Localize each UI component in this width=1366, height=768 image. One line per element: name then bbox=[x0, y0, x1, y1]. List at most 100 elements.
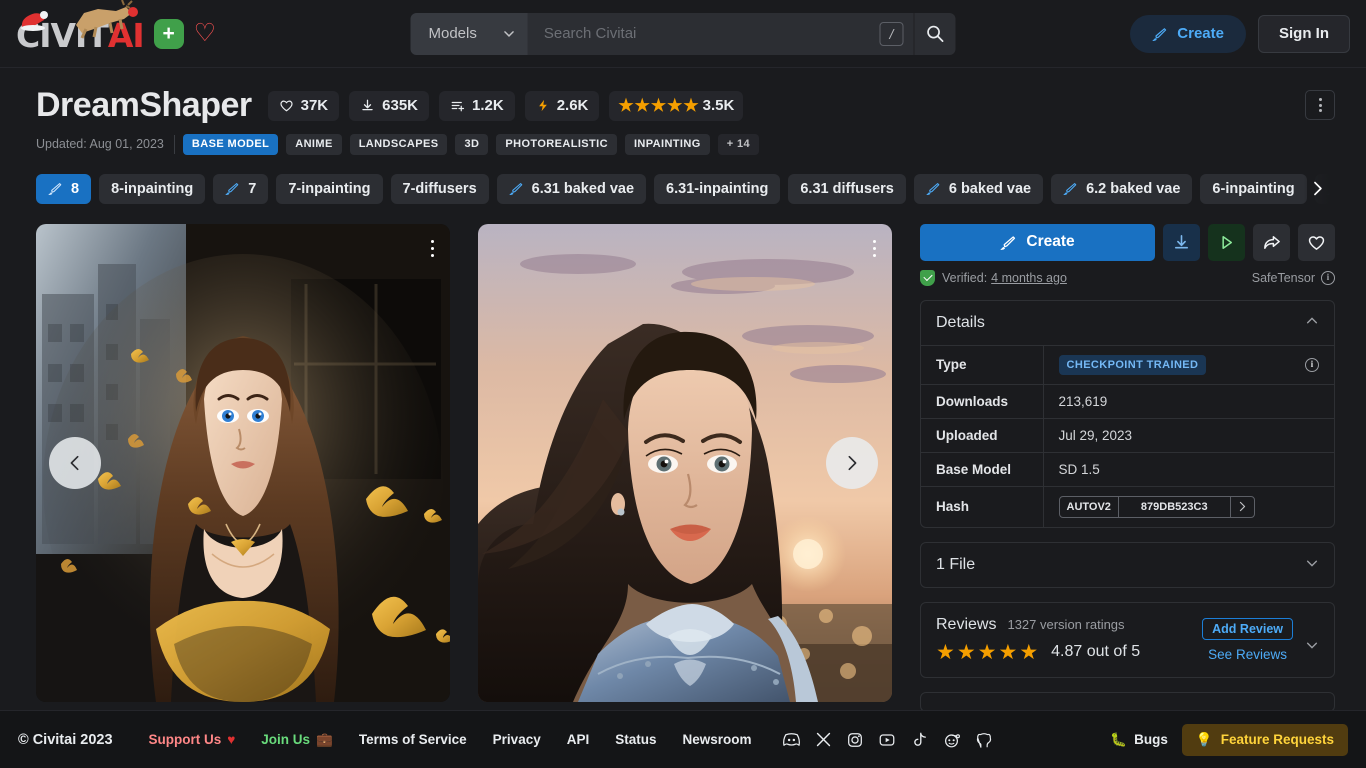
footer-link-join-us[interactable]: Join Us 💼 bbox=[261, 732, 333, 748]
image-gallery bbox=[36, 224, 892, 706]
search-category-select[interactable]: Models bbox=[411, 13, 528, 55]
info-icon[interactable]: i bbox=[1305, 358, 1319, 372]
stat-generations-value: 1.2K bbox=[472, 97, 504, 114]
download-button[interactable] bbox=[1163, 224, 1200, 261]
tag-3d[interactable]: 3D bbox=[455, 134, 488, 155]
see-reviews-link[interactable]: See Reviews bbox=[1208, 647, 1287, 662]
global-search: Models Search Civitai / bbox=[411, 13, 956, 55]
stat-energy[interactable]: 2.6K bbox=[525, 91, 600, 121]
details-key-base-model: Base Model bbox=[921, 452, 1043, 486]
model-options-button[interactable] bbox=[1305, 90, 1335, 120]
sign-in-button[interactable]: Sign In bbox=[1258, 15, 1350, 53]
version-tab-7[interactable]: 7 bbox=[213, 174, 268, 204]
gallery-image-menu-button[interactable] bbox=[427, 236, 439, 262]
tag-photorealistic[interactable]: PHOTOREALISTIC bbox=[496, 134, 617, 155]
star-icon: ★ bbox=[683, 97, 698, 114]
tag-landscapes[interactable]: LANDSCAPES bbox=[350, 134, 448, 155]
version-tab-7-diffusers[interactable]: 7-diffusers bbox=[391, 174, 489, 204]
star-icon: ★ bbox=[936, 642, 955, 663]
chevron-up-icon bbox=[1305, 314, 1319, 331]
chevron-right-icon bbox=[843, 454, 861, 472]
info-icon[interactable]: i bbox=[1321, 271, 1335, 285]
run-button[interactable] bbox=[1208, 224, 1245, 261]
version-tab-8-inpainting[interactable]: 8-inpainting bbox=[99, 174, 205, 204]
reddit-icon[interactable] bbox=[942, 730, 961, 749]
discord-icon[interactable] bbox=[782, 730, 801, 749]
gallery-card-2[interactable] bbox=[478, 224, 892, 702]
footer-link-terms[interactable]: Terms of Service bbox=[359, 732, 467, 747]
reviews-collapse-toggle[interactable] bbox=[1293, 616, 1319, 652]
version-tab-631-inpainting[interactable]: 6.31-inpainting bbox=[654, 174, 780, 204]
instagram-icon[interactable] bbox=[846, 731, 864, 749]
search-input[interactable]: Search Civitai / bbox=[528, 13, 914, 55]
version-tab-631-diffusers[interactable]: 6.31 diffusers bbox=[788, 174, 906, 204]
gallery-card-1[interactable] bbox=[36, 224, 450, 702]
next-card-partial[interactable] bbox=[920, 692, 1335, 712]
safetensor-label: SafeTensor bbox=[1252, 271, 1315, 285]
version-tab-6-baked-vae[interactable]: 6 baked vae bbox=[914, 174, 1043, 204]
version-tab-8[interactable]: 8 bbox=[36, 174, 91, 204]
share-button[interactable] bbox=[1253, 224, 1290, 261]
reviews-actions: Add Review See Reviews bbox=[1202, 616, 1293, 662]
x-icon[interactable] bbox=[815, 731, 832, 748]
stat-downloads[interactable]: 635K bbox=[349, 91, 429, 121]
stat-likes[interactable]: 37K bbox=[268, 91, 340, 121]
tag-base-model[interactable]: BASE MODEL bbox=[183, 134, 278, 155]
stat-rating[interactable]: ★ ★ ★ ★ ★ 3.5K bbox=[609, 91, 743, 121]
site-logo[interactable]: CIVITAI + ♡ bbox=[16, 15, 216, 52]
footer-link-status[interactable]: Status bbox=[615, 732, 656, 747]
version-tab-631-baked-vae[interactable]: 6.31 baked vae bbox=[497, 174, 646, 204]
search-shortcut-hint: / bbox=[880, 22, 904, 46]
details-key-downloads: Downloads bbox=[921, 384, 1043, 418]
footer-link-support-us[interactable]: Support Us ♥ bbox=[149, 732, 236, 747]
details-card-header[interactable]: Details bbox=[921, 301, 1334, 345]
gallery-image-menu-button[interactable] bbox=[869, 236, 881, 262]
footer-link-api[interactable]: API bbox=[567, 732, 590, 747]
tag-anime[interactable]: ANIME bbox=[286, 134, 341, 155]
star-icon: ★ bbox=[998, 642, 1017, 663]
add-review-button[interactable]: Add Review bbox=[1202, 618, 1293, 640]
gallery-next-button[interactable] bbox=[826, 437, 878, 489]
play-icon bbox=[1217, 233, 1236, 252]
favorite-button[interactable] bbox=[1298, 224, 1335, 261]
youtube-icon[interactable] bbox=[878, 731, 896, 749]
footer-link-privacy[interactable]: Privacy bbox=[493, 732, 541, 747]
version-tab-62-baked-vae[interactable]: 6.2 baked vae bbox=[1051, 174, 1192, 204]
bugs-button[interactable]: 🐛 Bugs bbox=[1110, 732, 1168, 748]
footer-right-actions: 🐛 Bugs 💡 Feature Requests bbox=[1110, 724, 1348, 756]
reviews-score: 4.87 out of 5 bbox=[1051, 643, 1140, 661]
version-tab-label: 6.31 diffusers bbox=[800, 181, 894, 197]
github-icon[interactable] bbox=[975, 731, 993, 749]
title-row: DreamShaper 37K 635K 1.2 bbox=[36, 88, 1330, 124]
reviews-count: 1327 version ratings bbox=[1007, 617, 1124, 632]
sidebar-create-label: Create bbox=[1026, 233, 1074, 251]
verified-time-link[interactable]: 4 months ago bbox=[991, 271, 1067, 285]
table-row: Base Model SD 1.5 bbox=[921, 452, 1334, 486]
feature-requests-button[interactable]: 💡 Feature Requests bbox=[1182, 724, 1348, 756]
liked-models-icon[interactable]: ♡ bbox=[194, 21, 216, 46]
add-new-button[interactable]: + bbox=[154, 19, 184, 49]
tag-inpainting[interactable]: INPAINTING bbox=[625, 134, 710, 155]
version-tab-7-inpainting[interactable]: 7-inpainting bbox=[276, 174, 382, 204]
versions-scroll-right-button[interactable] bbox=[1304, 174, 1330, 204]
stat-generations[interactable]: 1.2K bbox=[439, 91, 515, 121]
version-tab-6-inpainting[interactable]: 6-inpainting bbox=[1200, 174, 1306, 204]
nav-create-button[interactable]: Create bbox=[1130, 15, 1246, 53]
hash-kind: AUTOV2 bbox=[1060, 497, 1119, 517]
heart-outline-icon bbox=[279, 98, 294, 113]
version-tab-label: 7-inpainting bbox=[288, 181, 370, 197]
model-meta-row: Updated: Aug 01, 2023 BASE MODEL ANIME L… bbox=[36, 134, 1330, 155]
footer-link-newsroom[interactable]: Newsroom bbox=[683, 732, 752, 747]
verified-label: Verified: bbox=[942, 271, 987, 285]
details-value-hash: AUTOV2 879DB523C3 bbox=[1043, 486, 1334, 527]
sidebar-create-button[interactable]: Create bbox=[920, 224, 1155, 261]
tag-more-count[interactable]: + 14 bbox=[718, 134, 759, 155]
reindeer-icon bbox=[64, 0, 142, 39]
files-card-header[interactable]: 1 File bbox=[921, 543, 1334, 587]
social-links bbox=[782, 730, 993, 749]
hash-expand-button[interactable] bbox=[1231, 497, 1254, 517]
search-submit-button[interactable] bbox=[914, 13, 956, 55]
tiktok-icon[interactable] bbox=[910, 731, 928, 749]
details-heading: Details bbox=[936, 314, 985, 332]
gallery-prev-button[interactable] bbox=[49, 437, 101, 489]
